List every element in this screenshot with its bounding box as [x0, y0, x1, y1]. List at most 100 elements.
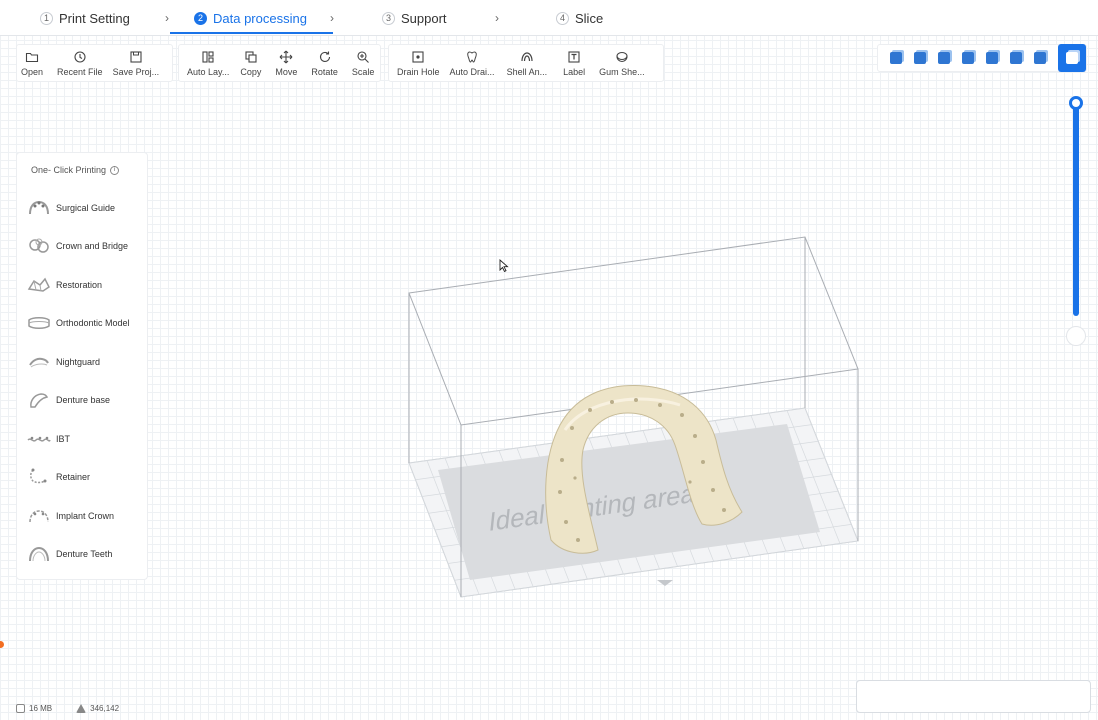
label-label: Label — [563, 66, 586, 77]
scale-icon — [356, 50, 370, 64]
layer-slider-bottom-handle[interactable] — [1066, 326, 1086, 346]
panel-item-ibt[interactable]: IBT — [27, 426, 145, 452]
panel-title-text: One- Click Printing — [31, 165, 107, 175]
scale-button[interactable]: Scale — [348, 45, 379, 81]
view-right-button[interactable] — [980, 46, 1004, 70]
panel-item-label: IBT — [56, 434, 71, 444]
step-number: 2 — [194, 11, 207, 25]
shell-icon — [520, 50, 534, 64]
open-label: Open — [21, 66, 44, 77]
implant-crown-icon — [27, 506, 51, 526]
copy-label: Copy — [240, 66, 262, 77]
text-label-icon — [567, 50, 581, 64]
panel-item-label: Retainer — [56, 472, 91, 482]
panel-item-label: Nightguard — [56, 357, 101, 367]
mouse-cursor-icon — [499, 259, 509, 273]
shell-button[interactable]: Shell An... — [503, 45, 552, 81]
step-number: 3 — [382, 11, 395, 25]
step-bar: 1 Print Setting › 2 Data processing › 3 … — [0, 0, 1098, 36]
move-label: Move — [275, 66, 298, 77]
panel-item-orthodontic-model[interactable]: Orthodontic Model — [27, 310, 145, 336]
notification-dot[interactable] — [0, 641, 4, 648]
view-left-button[interactable] — [956, 46, 980, 70]
view-top-button[interactable] — [1004, 46, 1028, 70]
rotate-button[interactable]: Rotate — [307, 45, 342, 81]
view-back-button[interactable] — [932, 46, 956, 70]
step-label: Data processing — [213, 10, 307, 26]
restoration-icon — [27, 275, 51, 295]
one-click-printing-panel: One- Click Printing i Surgical Guide Cro… — [16, 152, 148, 580]
panel-item-label: Restoration — [56, 280, 103, 290]
panel-item-nightguard[interactable]: Nightguard — [27, 349, 145, 375]
panel-item-label: Orthodontic Model — [56, 318, 130, 328]
step-print-setting[interactable]: 1 Print Setting — [40, 0, 130, 36]
view-top-icon — [1010, 52, 1022, 64]
shell-label: Shell An... — [506, 66, 548, 77]
step-support[interactable]: 3 Support — [382, 0, 447, 36]
message-box — [856, 680, 1091, 713]
panel-item-restoration[interactable]: Restoration — [27, 272, 145, 298]
panel-item-denture-teeth[interactable]: Denture Teeth — [27, 541, 145, 567]
view-iso-icon — [890, 52, 902, 64]
move-icon — [279, 50, 293, 64]
3d-viewport[interactable]: Ideal printing area — [300, 220, 900, 620]
scale-label: Scale — [351, 66, 375, 77]
recent-file-button[interactable]: Recent File — [53, 45, 107, 81]
plate-orientation-marker — [657, 580, 673, 586]
layer-slider-track[interactable] — [1073, 104, 1079, 316]
edit-toolbar: Auto Lay... Copy Move Rotate Scale — [178, 44, 381, 82]
step-data-processing[interactable]: 2 Data processing — [194, 0, 307, 36]
view-back-icon — [938, 52, 950, 64]
move-button[interactable]: Move — [271, 45, 301, 81]
gum-shell-button[interactable]: Gum She... — [595, 45, 649, 81]
panel-item-label: Denture Teeth — [56, 549, 113, 559]
denture-teeth-icon — [27, 544, 51, 564]
panel-item-label: Surgical Guide — [56, 203, 116, 213]
view-bottom-icon — [1034, 52, 1046, 64]
clock-icon — [73, 50, 87, 64]
panel-item-surgical-guide[interactable]: Surgical Guide — [27, 195, 145, 221]
panel-item-retainer[interactable]: Retainer — [27, 464, 145, 490]
nightguard-icon — [27, 352, 51, 372]
triangle-count-icon — [76, 704, 87, 713]
step-number: 1 — [40, 11, 53, 25]
auto-drain-button[interactable]: Auto Drai... — [446, 45, 499, 81]
save-project-button[interactable]: Save Proj... — [109, 45, 164, 81]
panel-item-crown-bridge[interactable]: Crown and Bridge — [27, 233, 145, 259]
panel-item-implant-crown[interactable]: Implant Crown — [27, 503, 145, 529]
label-button[interactable]: Label — [559, 45, 589, 81]
panel-item-label: Implant Crown — [56, 511, 115, 521]
layout-icon — [201, 50, 215, 64]
folder-icon — [25, 50, 39, 64]
rotate-label: Rotate — [311, 66, 338, 77]
memory-icon — [16, 704, 25, 713]
drain-hole-label: Drain Hole — [397, 66, 440, 77]
auto-layout-button[interactable]: Auto Lay... — [183, 45, 233, 81]
view-front-button[interactable] — [908, 46, 932, 70]
gum-shell-label: Gum She... — [599, 66, 645, 77]
chevron-right-icon: › — [495, 11, 499, 25]
copy-button[interactable]: Copy — [236, 45, 265, 81]
crown-bridge-icon — [27, 236, 51, 256]
orthodontic-icon — [27, 313, 51, 333]
layer-slider-handle[interactable] — [1069, 96, 1083, 110]
step-label: Support — [401, 10, 447, 26]
panel-item-label: Denture base — [56, 395, 111, 405]
denture-base-icon — [27, 390, 51, 410]
open-button[interactable]: Open — [17, 45, 47, 81]
tools-toolbar: Drain Hole Auto Drai... Shell An... Labe… — [388, 44, 664, 82]
panel-item-denture-base[interactable]: Denture base — [27, 387, 145, 413]
view-iso-button[interactable] — [884, 46, 908, 70]
memory-value: 16 MB — [29, 704, 53, 713]
view-left-icon — [962, 52, 974, 64]
auto-layout-label: Auto Lay... — [187, 66, 230, 77]
panel-item-label: Crown and Bridge — [56, 241, 129, 251]
view-right-icon — [986, 52, 998, 64]
view-front-icon — [914, 52, 926, 64]
panel-title: One- Click Printing i — [31, 165, 120, 175]
view-settings-button[interactable] — [1058, 44, 1086, 72]
info-icon[interactable]: i — [110, 165, 120, 175]
step-slice[interactable]: 4 Slice — [556, 0, 603, 36]
view-bottom-button[interactable] — [1028, 46, 1052, 70]
drain-hole-button[interactable]: Drain Hole — [393, 45, 444, 81]
